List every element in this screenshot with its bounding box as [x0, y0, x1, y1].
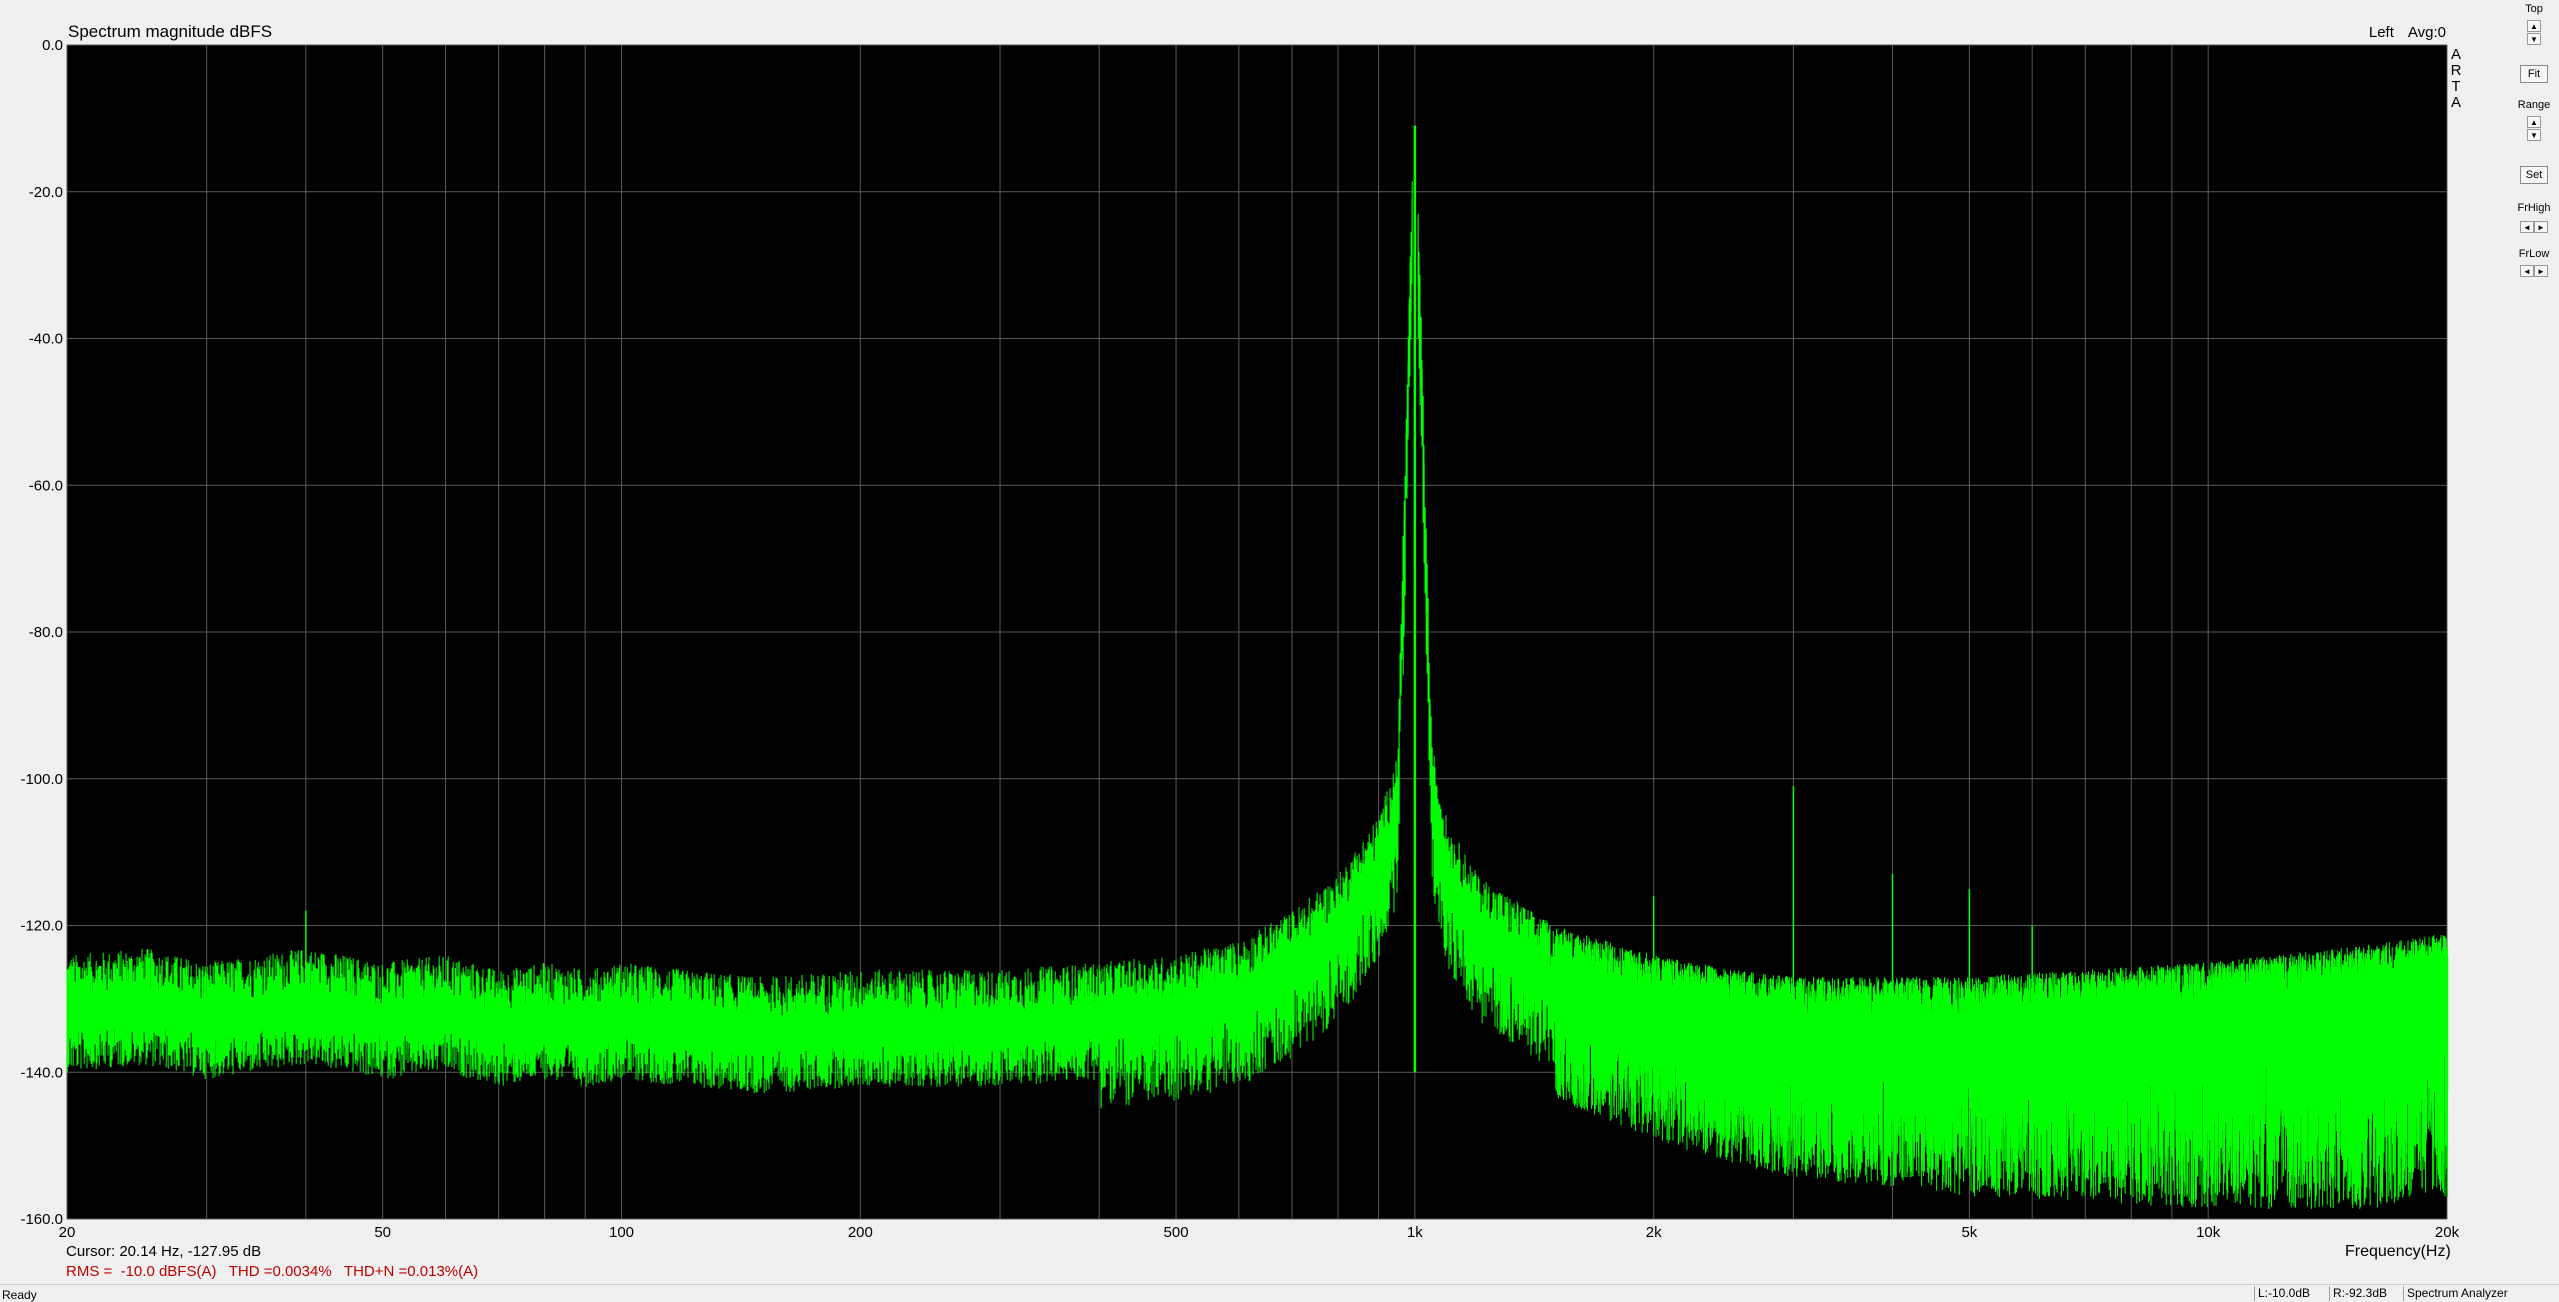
- y-tick-label: -20.0: [29, 184, 63, 201]
- x-tick-label: 2k: [1646, 1224, 1662, 1241]
- x-tick-label: 5k: [1961, 1224, 1977, 1241]
- status-mode: Spectrum Analyzer: [2403, 1286, 2557, 1301]
- status-left-level: L:-10.0dB: [2254, 1286, 2327, 1301]
- logo-letter: A: [2450, 46, 2461, 63]
- status-ready: Ready: [2, 1288, 37, 1302]
- logo-letter: T: [2451, 78, 2461, 95]
- x-tick-label: 200: [848, 1224, 873, 1241]
- x-tick-label: 500: [1164, 1224, 1189, 1241]
- range-label: Range: [2517, 99, 2551, 111]
- frlow-left-button[interactable]: ◄: [2520, 265, 2534, 277]
- y-tick-label: -140.0: [20, 1064, 63, 1081]
- y-tick-label: -60.0: [29, 477, 63, 494]
- y-tick-label: 0.0: [42, 37, 63, 54]
- x-tick-label: 10k: [2196, 1224, 2221, 1241]
- status-right-level: R:-92.3dB: [2329, 1286, 2399, 1301]
- frhigh-label: FrHigh: [2517, 202, 2551, 214]
- app-window: Spectrum magnitude dBFS Left Avg:0 0.0 -20…: [0, 0, 2559, 1302]
- x-tick-label: 1k: [1407, 1224, 1423, 1241]
- arta-logo: A R T A: [2449, 47, 2463, 111]
- top-up-button[interactable]: ▲: [2527, 20, 2541, 32]
- frlow-label: FrLow: [2518, 248, 2550, 260]
- frhigh-right-button[interactable]: ►: [2534, 221, 2548, 233]
- x-axis-label: Frequency(Hz): [2345, 1243, 2451, 1260]
- x-tick-label: 50: [374, 1224, 391, 1241]
- x-axis: 20 50 100 200 500 1k 2k 5k 10k 20k: [59, 1224, 2460, 1241]
- y-tick-label: -100.0: [20, 771, 63, 788]
- status-bar: Ready L:-10.0dB R:-92.3dB Spectrum Analy…: [0, 1284, 2559, 1302]
- y-tick-label: -40.0: [29, 331, 63, 348]
- thd-value: THD =0.0034%: [228, 1263, 332, 1280]
- rms-value: RMS = -10.0 dBFS(A): [66, 1263, 217, 1280]
- measurement-readout: RMS = -10.0 dBFS(A) THD =0.0034% THD+N =…: [66, 1263, 478, 1280]
- y-axis: 0.0 -20.0 -40.0 -60.0 -80.0 -100.0 -120.0 -140.…: [20, 37, 63, 1228]
- frhigh-left-button[interactable]: ◄: [2520, 221, 2534, 233]
- cursor-readout: Cursor: 20.14 Hz, -127.95 dB: [66, 1243, 262, 1260]
- set-button[interactable]: Set: [2520, 166, 2548, 184]
- frlow-right-button[interactable]: ►: [2534, 265, 2548, 277]
- top-label: Top: [2525, 3, 2543, 15]
- logo-letter: A: [2450, 94, 2461, 111]
- top-down-button[interactable]: ▼: [2527, 33, 2541, 45]
- logo-letter: R: [2450, 62, 2462, 79]
- y-tick-label: -80.0: [29, 624, 63, 641]
- thdn-value: THD+N =0.013%(A): [343, 1263, 479, 1280]
- fit-button[interactable]: Fit: [2520, 65, 2548, 83]
- x-tick-label: 20k: [2435, 1224, 2460, 1241]
- x-tick-label: 20: [59, 1224, 76, 1241]
- y-tick-label: -120.0: [20, 918, 63, 935]
- range-down-button[interactable]: ▼: [2527, 129, 2541, 141]
- range-up-button[interactable]: ▲: [2527, 116, 2541, 128]
- y-tick-label: -160.0: [20, 1211, 63, 1228]
- spectrum-chart[interactable]: 0.0 -20.0 -40.0 -60.0 -80.0 -100.0 -120.0 -140.…: [0, 0, 2559, 1302]
- x-tick-label: 100: [609, 1224, 634, 1241]
